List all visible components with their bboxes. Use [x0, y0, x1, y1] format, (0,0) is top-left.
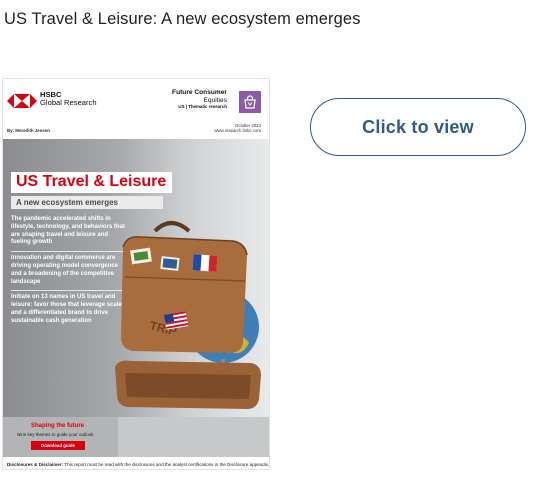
key-points: The pandemic accelerated shifts in lifes…	[11, 213, 128, 330]
series-subtitle: US | Thematic research	[178, 104, 227, 110]
report-subtitle: A new ecosystem emerges	[11, 196, 163, 209]
click-to-view-button[interactable]: Click to view	[310, 98, 526, 156]
date-and-website: October 2023 www.research.hsbc.com	[214, 123, 261, 133]
cover-hero: US Travel & Leisure A new ecosystem emer…	[3, 139, 269, 417]
key-point: The pandemic accelerated shifts in lifes…	[11, 213, 128, 253]
report-cover-thumbnail[interactable]: HSBC Global Research Future Consumer Equ…	[2, 78, 270, 470]
banner-text: Nine key themes to guide your outlook	[17, 432, 94, 437]
hsbc-hexagon-logo-icon	[7, 94, 37, 108]
author-line: By: Meredith Jensen	[7, 128, 50, 133]
disclaimer-text: Disclosures & Disclaimer: This report mu…	[7, 462, 269, 469]
key-point: Innovation and digital commerce are driv…	[11, 252, 128, 292]
suitcase-globe-illustration-icon: TRIP	[115, 221, 261, 409]
logo-division: Global Research	[40, 98, 97, 107]
page-title: US Travel & Leisure: A new ecosystem eme…	[4, 10, 361, 28]
series-title-line2: Equities	[203, 96, 227, 104]
report-title: US Travel & Leisure	[11, 172, 173, 193]
report-website: www.research.hsbc.com	[214, 128, 261, 134]
series-title-line1: Future Consumer	[172, 89, 227, 96]
banner-title: Shaping the future	[31, 423, 84, 429]
disclaimer-label: Disclosures & Disclaimer:	[7, 462, 64, 467]
cover-header: HSBC Global Research Future Consumer Equ…	[3, 79, 269, 139]
shopping-bag-icon	[244, 95, 256, 109]
series-label: Future Consumer Equities US | Thematic r…	[172, 89, 227, 110]
key-point: Initiate on 13 names in US travel and le…	[11, 294, 122, 324]
download-guide-button[interactable]: Download guide	[31, 441, 85, 450]
download-guide-banner: Shaping the future Nine key themes to gu…	[3, 417, 269, 457]
logo-wordmark: HSBC Global Research	[40, 91, 97, 107]
series-tile	[239, 91, 261, 113]
